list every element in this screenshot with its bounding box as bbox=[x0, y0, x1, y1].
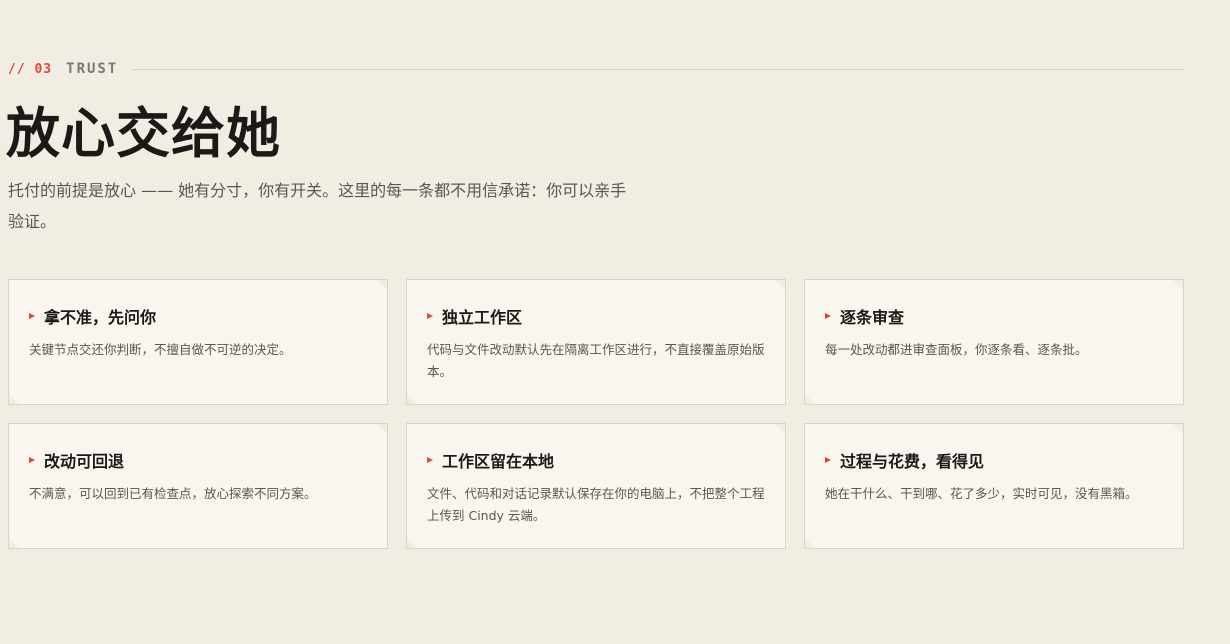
card-description: 每一处改动都进审查面板，你逐条看、逐条批。 bbox=[825, 342, 1088, 357]
section-tag: // 03 TRUST bbox=[8, 59, 1184, 79]
card-title: 逐条审查 bbox=[840, 308, 905, 327]
page-subtitle: 托付的前提是放心 —— 她有分寸，你有开关。这里的每一条都不用信承诺：你可以亲手… bbox=[8, 181, 627, 231]
feature-card-review: 逐条审查 每一处改动都进审查面板，你逐条看、逐条批。 bbox=[804, 279, 1184, 405]
card-title: 拿不准，先问你 bbox=[44, 308, 157, 327]
arrow-right-icon bbox=[825, 457, 831, 463]
card-title: 过程与花费，看得见 bbox=[840, 452, 985, 471]
feature-card-transparency: 过程与花费，看得见 她在干什么、干到哪、花了多少，实时可见，没有黑箱。 bbox=[804, 423, 1184, 549]
card-header: 过程与花费，看得见 bbox=[825, 450, 1163, 471]
card-description: 她在干什么、干到哪、花了多少，实时可见，没有黑箱。 bbox=[825, 486, 1138, 501]
feature-card-local-workspace: 工作区留在本地 文件、代码和对话记录默认保存在你的电脑上，不把整个工程上传到 C… bbox=[406, 423, 786, 549]
card-title: 改动可回退 bbox=[44, 452, 125, 471]
card-header: 独立工作区 bbox=[427, 306, 765, 327]
page-title: 放心交给她 bbox=[6, 102, 281, 165]
arrow-right-icon bbox=[427, 313, 433, 319]
card-description: 关键节点交还你判断，不擅自做不可逆的决定。 bbox=[29, 342, 292, 357]
card-title: 工作区留在本地 bbox=[442, 452, 555, 471]
section-number: // 03 bbox=[8, 61, 53, 77]
feature-card-rollback: 改动可回退 不满意，可以回到已有检查点，放心探索不同方案。 bbox=[8, 423, 388, 549]
card-header: 工作区留在本地 bbox=[427, 450, 765, 471]
card-title: 独立工作区 bbox=[442, 308, 523, 327]
arrow-right-icon bbox=[29, 313, 35, 319]
card-header: 逐条审查 bbox=[825, 306, 1163, 327]
card-description: 代码与文件改动默认先在隔离工作区进行，不直接覆盖原始版本。 bbox=[427, 342, 765, 379]
card-description: 不满意，可以回到已有检查点，放心探索不同方案。 bbox=[29, 486, 317, 501]
arrow-right-icon bbox=[29, 457, 35, 463]
arrow-right-icon bbox=[427, 457, 433, 463]
arrow-right-icon bbox=[825, 313, 831, 319]
feature-card-ask-first: 拿不准，先问你 关键节点交还你判断，不擅自做不可逆的决定。 bbox=[8, 279, 388, 405]
section-divider bbox=[132, 68, 1184, 70]
feature-card-isolated-workspace: 独立工作区 代码与文件改动默认先在隔离工作区进行，不直接覆盖原始版本。 bbox=[406, 279, 786, 405]
feature-grid: 拿不准，先问你 关键节点交还你判断，不擅自做不可逆的决定。 独立工作区 代码与文… bbox=[8, 279, 1184, 549]
section-label: TRUST bbox=[66, 61, 119, 77]
card-header: 改动可回退 bbox=[29, 450, 367, 471]
card-description: 文件、代码和对话记录默认保存在你的电脑上，不把整个工程上传到 Cindy 云端。 bbox=[427, 486, 765, 523]
card-header: 拿不准，先问你 bbox=[29, 306, 367, 327]
